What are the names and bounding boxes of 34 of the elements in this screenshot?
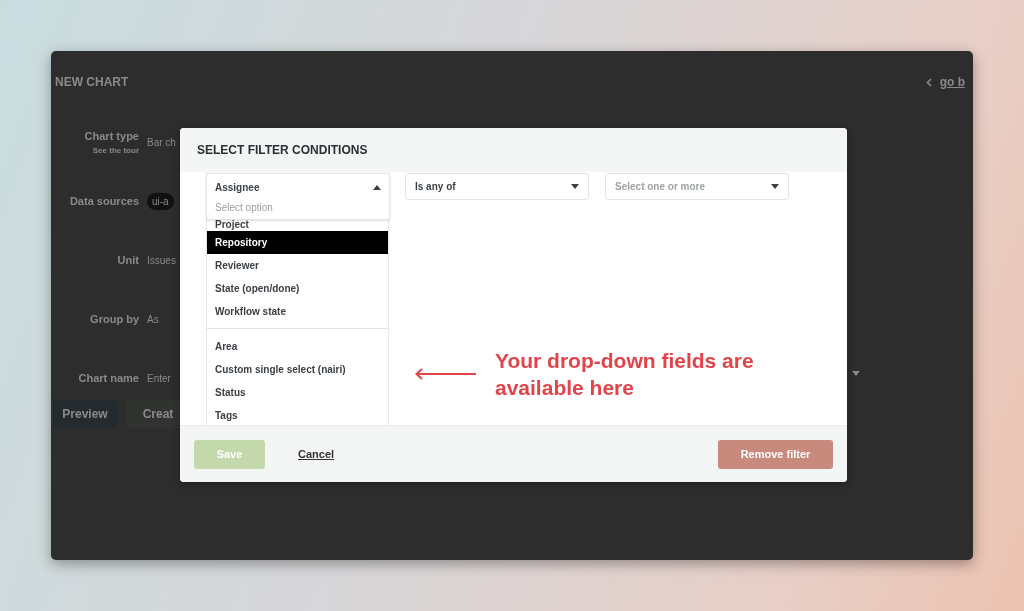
tour-link[interactable]: See the tour [51,144,139,157]
operator-select[interactable]: Is any of [405,173,589,200]
field-label: Chart type [83,129,139,145]
select-field[interactable]: Issues [147,253,176,268]
caret-down-icon [571,184,579,189]
caret-down-icon [852,371,860,376]
name-field[interactable]: Enter [147,371,171,386]
arrow-left-icon [415,368,477,380]
data-source-tag: ui-a [147,193,174,210]
dropdown-option[interactable]: Area [207,335,388,358]
dropdown-option[interactable]: Reviewer [207,254,388,277]
field-label: Data sources [68,194,139,210]
dropdown-option[interactable]: State (open/done) [207,277,388,300]
select-field[interactable]: As [147,312,159,327]
field-select[interactable]: Assignee Select option [206,173,390,220]
dropdown-option[interactable]: Workflow state [207,300,388,323]
page-title: NEW CHART [55,74,129,91]
dropdown-option[interactable]: Custom single select (nairi) [207,358,388,381]
select-field[interactable]: Bar ch [147,135,176,150]
annotation-text: Your drop-down fields are available here [495,348,755,401]
dropdown-option[interactable]: Tags [207,404,388,427]
cancel-link[interactable]: Cancel [298,445,335,463]
back-link[interactable]: go b [939,73,965,91]
selected-value: Assignee [215,180,260,195]
dropdown-option[interactable]: Repository [207,231,388,254]
caret-down-icon [771,184,779,189]
field-label: Chart name [77,371,139,387]
chevron-left-icon [925,77,932,87]
field-label: Group by [89,312,139,328]
dialog-title: SELECT FILTER CONDITIONS [180,128,847,172]
dropdown-option[interactable]: Status [207,381,388,404]
preview-button[interactable]: Preview [53,400,117,428]
dropdown-option[interactable]: Project [207,219,388,231]
field-label: Unit [116,253,139,269]
